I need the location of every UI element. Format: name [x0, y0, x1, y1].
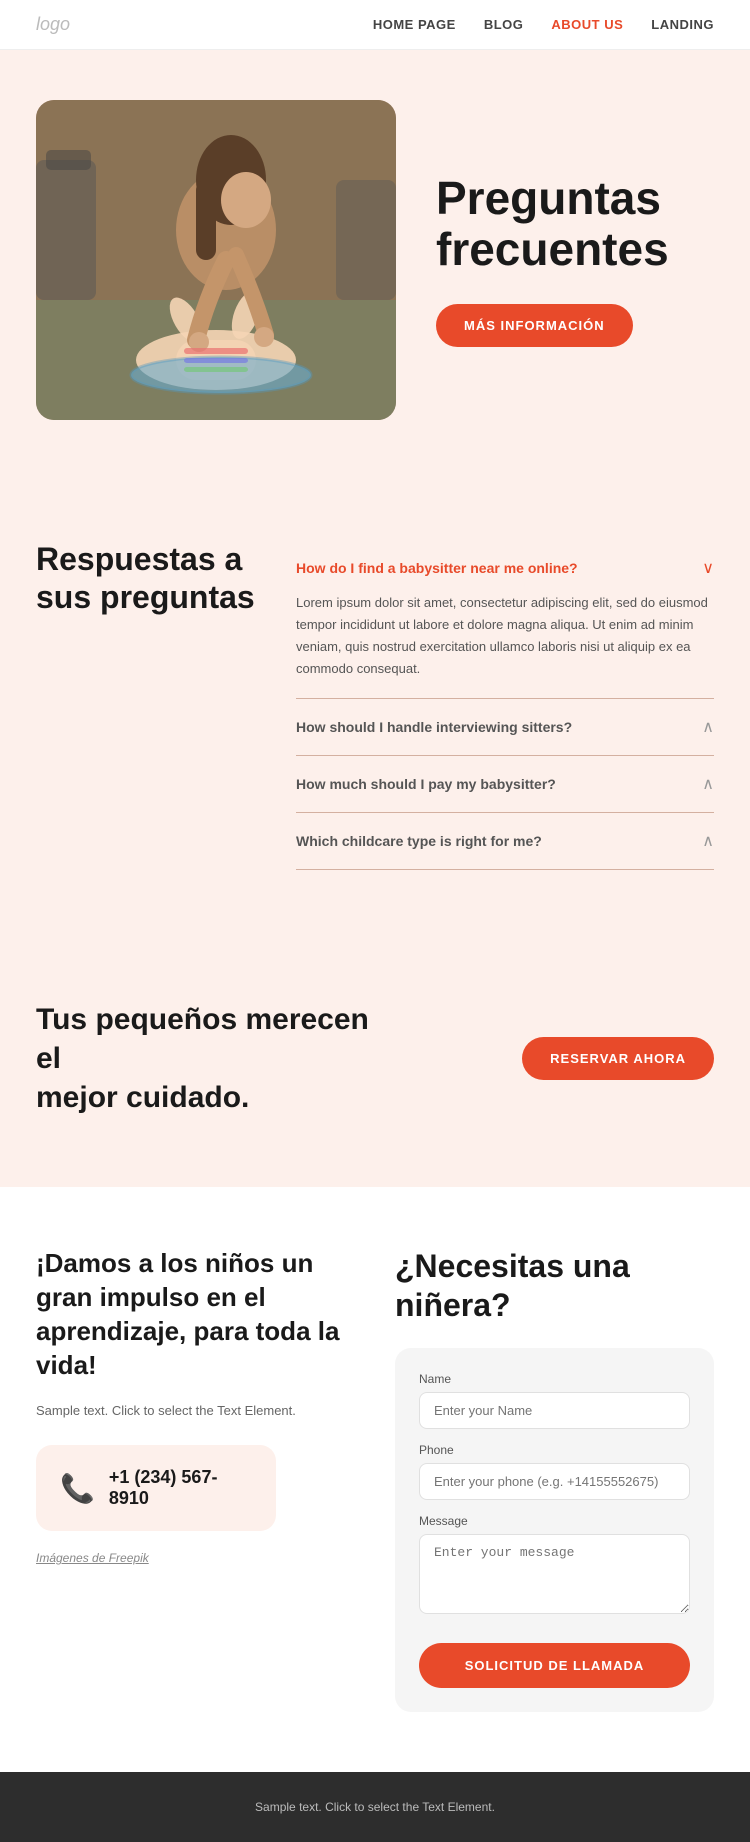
- cta-title: Tus pequeños merecen el mejor cuidado.: [36, 1000, 376, 1117]
- faq-question-4[interactable]: Which childcare type is right for me? ∧: [296, 831, 714, 851]
- nav-link-landing[interactable]: LANDING: [651, 17, 714, 32]
- cta-button[interactable]: RESERVAR AHORA: [522, 1037, 714, 1080]
- hero-text: Preguntas frecuentes MÁS INFORMACIÓN: [436, 173, 714, 347]
- contact-form-container: ¿Necesitas una niñera? Name Phone Messag…: [395, 1247, 714, 1712]
- faq-item-4: Which childcare type is right for me? ∧: [296, 813, 714, 870]
- logo: logo: [36, 14, 70, 35]
- faq-item-3: How much should I pay my babysitter? ∧: [296, 756, 714, 813]
- faq-section-title: Respuestas a sus preguntas: [36, 540, 256, 617]
- faq-list: How do I find a babysitter near me onlin…: [296, 540, 714, 870]
- chevron-down-icon-3: ∧: [702, 774, 714, 794]
- nav-links: HOME PAGE BLOG ABOUT US LANDING: [373, 17, 714, 32]
- navbar: logo HOME PAGE BLOG ABOUT US LANDING: [0, 0, 750, 50]
- form-title: ¿Necesitas una niñera?: [395, 1247, 714, 1324]
- cta-section: Tus pequeños merecen el mejor cuidado. R…: [0, 930, 750, 1187]
- contact-left: ¡Damos a los niños un gran impulso en el…: [36, 1247, 355, 1712]
- phone-field-group: Phone: [419, 1443, 690, 1500]
- footer: Sample text. Click to select the Text El…: [0, 1772, 750, 1842]
- contact-left-title: ¡Damos a los niños un gran impulso en el…: [36, 1247, 355, 1382]
- phone-label: Phone: [419, 1443, 690, 1457]
- faq-question-text-4: Which childcare type is right for me?: [296, 833, 542, 849]
- contact-section: ¡Damos a los niños un gran impulso en el…: [0, 1187, 750, 1772]
- faq-item-2: How should I handle interviewing sitters…: [296, 699, 714, 756]
- message-input[interactable]: [419, 1534, 690, 1614]
- message-field-group: Message: [419, 1514, 690, 1619]
- contact-left-text: Sample text. Click to select the Text El…: [36, 1401, 355, 1422]
- nav-link-home[interactable]: HOME PAGE: [373, 17, 456, 32]
- name-label: Name: [419, 1372, 690, 1386]
- faq-item-1: How do I find a babysitter near me onlin…: [296, 540, 714, 699]
- phone-icon: 📞: [60, 1472, 95, 1505]
- faq-question-text-2: How should I handle interviewing sitters…: [296, 719, 572, 735]
- hero-title: Preguntas frecuentes: [436, 173, 714, 274]
- nav-link-about[interactable]: ABOUT US: [551, 17, 623, 32]
- phone-card: 📞 +1 (234) 567-8910: [36, 1445, 276, 1531]
- phone-input[interactable]: [419, 1463, 690, 1500]
- faq-question-text-3: How much should I pay my babysitter?: [296, 776, 556, 792]
- faq-section: Respuestas a sus preguntas How do I find…: [0, 480, 750, 930]
- faq-left: Respuestas a sus preguntas: [36, 540, 256, 870]
- faq-question-2[interactable]: How should I handle interviewing sitters…: [296, 717, 714, 737]
- faq-question-3[interactable]: How much should I pay my babysitter? ∧: [296, 774, 714, 794]
- faq-question-1[interactable]: How do I find a babysitter near me onlin…: [296, 558, 714, 578]
- form-card: Name Phone Message SOLICITUD DE LLAMADA: [395, 1348, 714, 1712]
- footer-text: Sample text. Click to select the Text El…: [36, 1800, 714, 1814]
- name-input[interactable]: [419, 1392, 690, 1429]
- nav-link-blog[interactable]: BLOG: [484, 17, 524, 32]
- hero-section: Preguntas frecuentes MÁS INFORMACIÓN: [0, 50, 750, 480]
- faq-question-text-1: How do I find a babysitter near me onlin…: [296, 560, 578, 576]
- chevron-down-icon-2: ∧: [702, 717, 714, 737]
- chevron-down-icon-4: ∧: [702, 831, 714, 851]
- hero-cta-button[interactable]: MÁS INFORMACIÓN: [436, 304, 633, 347]
- chevron-up-icon-1: ∨: [702, 558, 714, 578]
- submit-button[interactable]: SOLICITUD DE LLAMADA: [419, 1643, 690, 1688]
- phone-number: +1 (234) 567-8910: [109, 1467, 252, 1509]
- message-label: Message: [419, 1514, 690, 1528]
- faq-answer-1: Lorem ipsum dolor sit amet, consectetur …: [296, 592, 714, 680]
- name-field-group: Name: [419, 1372, 690, 1429]
- freepik-attribution: Imágenes de Freepik: [36, 1551, 355, 1565]
- hero-image: [36, 100, 396, 420]
